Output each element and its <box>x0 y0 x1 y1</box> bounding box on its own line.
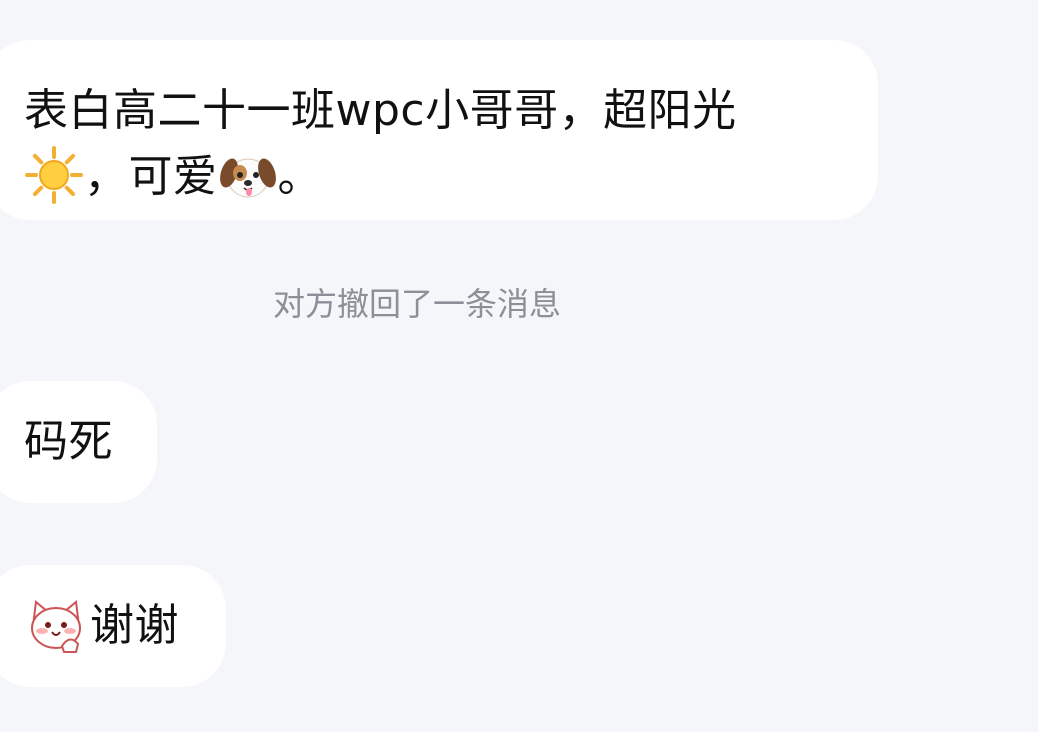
message-text: 码死 <box>24 416 113 467</box>
message-line-1: 表白高二十一班wpc小哥哥，超阳光 <box>24 85 737 136</box>
incoming-message-bubble[interactable]: 表白高二十一班wpc小哥哥，超阳光 ，可爱 。 <box>0 40 878 220</box>
message-text: 表白高二十一班wpc小哥哥，超阳光 ，可爱 。 <box>24 78 878 210</box>
message-line-2: ，可爱 。 <box>24 144 878 210</box>
sun-emoji-icon <box>24 145 84 205</box>
dog-face-emoji-icon <box>218 145 278 205</box>
incoming-message-bubble[interactable]: 谢谢 <box>0 565 226 687</box>
message-text: 谢谢 <box>24 594 226 658</box>
message-line-2-text: ，可爱 <box>84 151 218 202</box>
message-text-label: 谢谢 <box>90 600 179 651</box>
incoming-message-bubble[interactable]: 码死 <box>0 381 157 503</box>
message-line-2-end: 。 <box>277 151 322 202</box>
cat-sticker-icon <box>24 594 88 658</box>
recall-notice: 对方撤回了一条消息 <box>272 285 561 323</box>
